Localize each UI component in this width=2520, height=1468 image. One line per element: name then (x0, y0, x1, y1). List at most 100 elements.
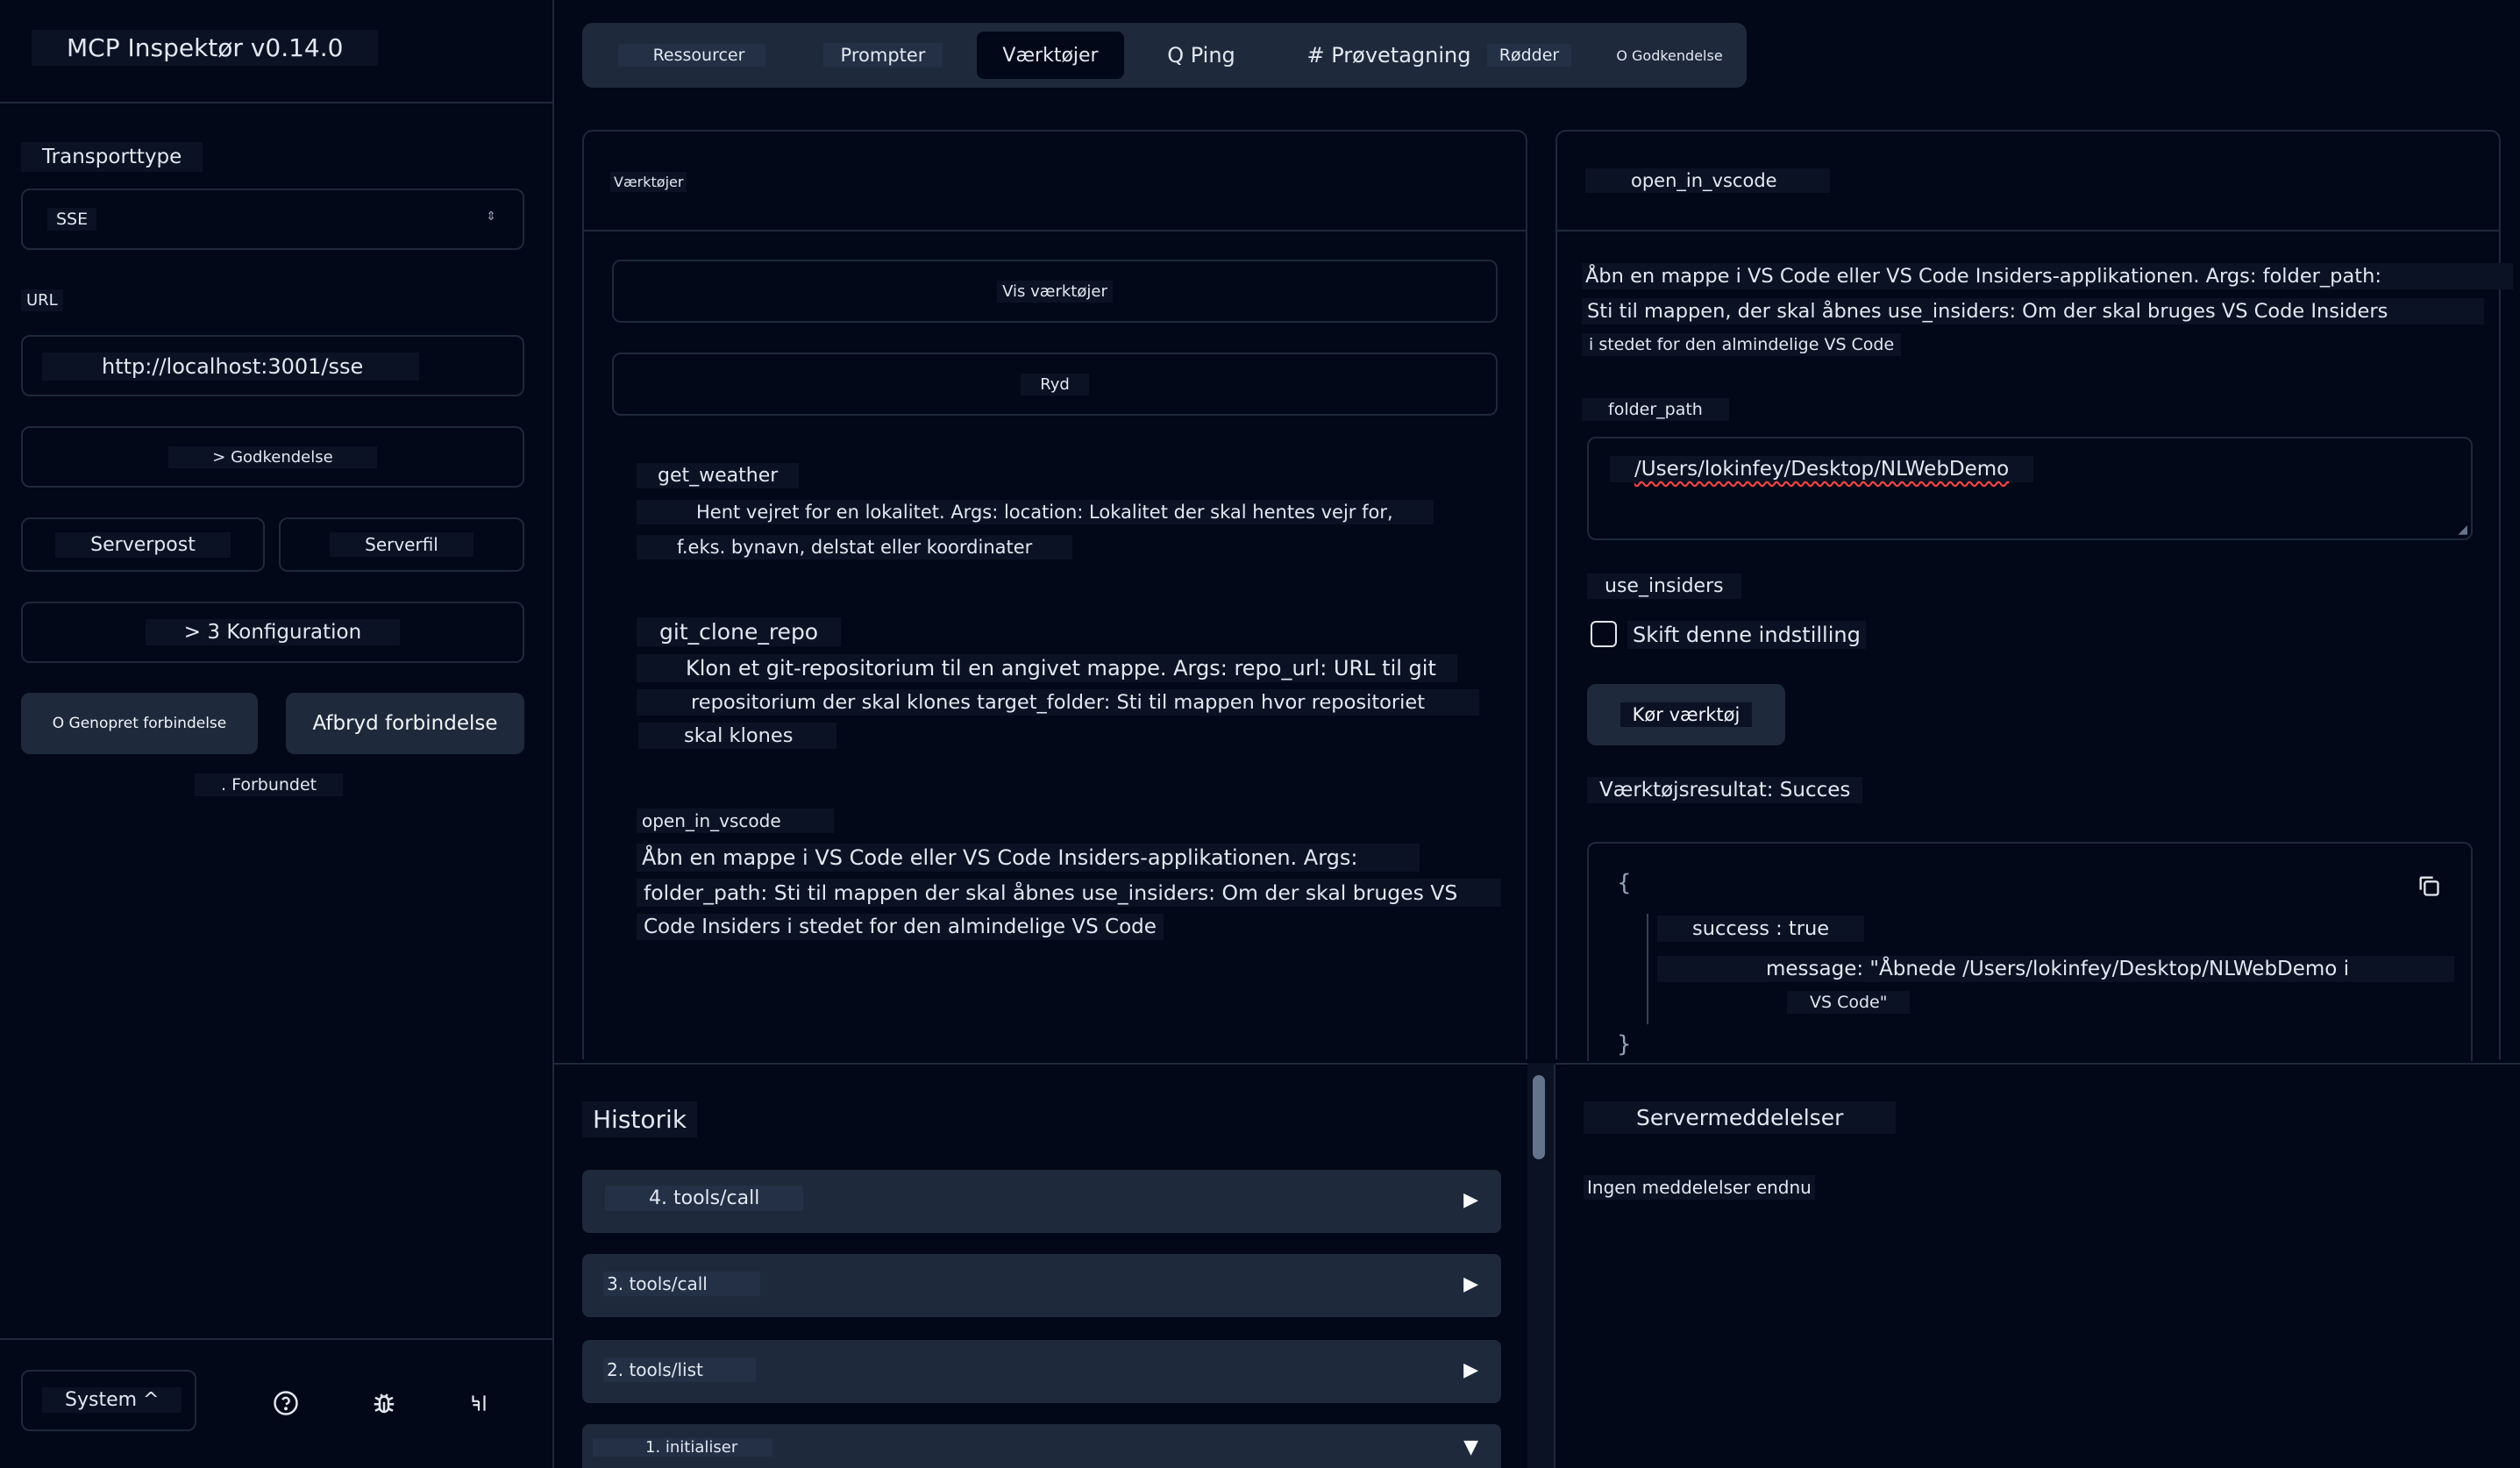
json-indent-guide (1647, 914, 1648, 1024)
app-title: MCP Inspektør v0.14.0 (32, 30, 379, 66)
tab-label: O Godkendelse (1616, 46, 1723, 64)
tool-detail-panel: open_in_vscode Åbn en mappe i VS Code el… (1555, 130, 2513, 1061)
list-tools-label: Vis værktøjer (997, 280, 1113, 303)
tab-auth[interactable]: O Godkendelse (1608, 32, 1731, 79)
history-item-label: 3. tools/call (603, 1272, 760, 1296)
tool-detail-description: Sti til mappen, der skal åbnes use_insid… (1582, 298, 2485, 324)
tool-description: Åbn en mappe i VS Code eller VS Code Ins… (637, 844, 1420, 872)
run-tool-button[interactable]: Kør værktøj (1587, 684, 1785, 745)
resize-handle-icon[interactable]: ◢ (2458, 523, 2467, 537)
tool-item-git-clone-repo[interactable]: git_clone_repo Klon et git-repositorium … (637, 617, 1480, 766)
json-open-brace: { (1617, 870, 1632, 896)
config-button[interactable]: > 3 Konfiguration (21, 602, 524, 663)
json-message-line: VS Code" (1787, 991, 1911, 1014)
use-insiders-label: use_insiders (1587, 574, 1741, 599)
folder-path-input[interactable]: /Users/lokinfey/Desktop/NLWebDemo ◢ (1587, 437, 2473, 540)
sidebar-footer-divider (0, 1338, 552, 1340)
expand-arrow-icon[interactable]: ▶ (1463, 1359, 1478, 1381)
tool-description: Code Insiders i stedet for den almindeli… (637, 914, 1164, 940)
json-close-brace: } (1617, 1031, 1632, 1058)
clear-button[interactable]: Ryd (612, 353, 1498, 416)
github-icon[interactable] (461, 1386, 496, 1421)
server-file-button[interactable]: Serverfil (279, 517, 524, 572)
tool-result-box: { success : true message: "Åbnede /Users… (1587, 842, 2473, 1061)
tool-detail-title: open_in_vscode (1585, 168, 1830, 193)
tool-description: f.eks. bynavn, delstat eller koordinater (637, 535, 1073, 559)
sidebar: MCP Inspektør v0.14.0 Transporttype SSE … (0, 0, 554, 1468)
url-label: URL (21, 289, 63, 311)
url-value: http://localhost:3001/sse (42, 353, 420, 381)
tool-name: git_clone_repo (637, 617, 842, 646)
transport-label: Transporttype (21, 142, 203, 172)
transport-select[interactable]: SSE ⇕ (21, 189, 524, 250)
chevron-updown-icon: ⇕ (486, 210, 496, 224)
tool-item-get-weather[interactable]: get_weather Hent vejret for en lokalitet… (637, 463, 1478, 595)
sidebar-header: MCP Inspektør v0.14.0 (0, 0, 552, 103)
tab-label: Rødder (1486, 44, 1572, 67)
server-entry-label: Serverpost (55, 531, 231, 558)
tool-description: repositorium der skal klones target_fold… (637, 689, 1480, 716)
detail-panel-divider (1557, 230, 2499, 232)
tools-panel-title: Værktøjer (610, 172, 687, 192)
use-insiders-checkbox[interactable] (1591, 621, 1617, 647)
history-item[interactable]: 2. tools/list ▶ (582, 1340, 1501, 1403)
panel-separator (1554, 1065, 1555, 1468)
tab-roots[interactable]: Rødder (1468, 32, 1591, 79)
tool-name: get_weather (637, 463, 800, 488)
json-success-line: success : true (1657, 916, 1865, 942)
server-entry-button[interactable]: Serverpost (21, 517, 265, 572)
tab-resources[interactable]: Ressourcer (600, 32, 784, 79)
tools-panel: Værktøjer Vis værktøjer Ryd get_weather … (582, 130, 1527, 1059)
history-item[interactable]: 3. tools/call ▶ (582, 1254, 1501, 1317)
history-title: Historik (582, 1101, 698, 1137)
history-item[interactable]: 1. initialiser ▼ (582, 1424, 1501, 1468)
use-insiders-toggle-label: Skift denne indstilling (1627, 621, 1866, 649)
auth-button-label: > Godkendelse (168, 445, 377, 468)
theme-select-label: System ^ (42, 1387, 182, 1413)
connection-status: . Forbundet (195, 773, 344, 796)
folder-path-value: /Users/lokinfey/Desktop/NLWebDemo (1610, 456, 2034, 482)
run-tool-label: Kør værktøj (1619, 702, 1753, 727)
disconnect-label: Afbryd forbindelse (312, 712, 498, 735)
url-input[interactable]: http://localhost:3001/sse (21, 335, 524, 396)
history-item[interactable]: 4. tools/call ▶ (582, 1170, 1501, 1233)
tab-bar: Ressourcer Prompter Værktøjer Q Ping # P… (582, 23, 1747, 88)
tool-description: skal klones (638, 723, 837, 749)
tool-description: Hent vejret for en lokalitet. Args: loca… (637, 500, 1434, 524)
tool-result-label: Værktøjsresultat: Succes (1587, 777, 1863, 803)
tool-description: folder_path: Sti til mappen der skal åbn… (637, 879, 1502, 907)
tab-ping[interactable]: Q Ping (1140, 32, 1263, 79)
tab-label: Prompter (822, 43, 943, 68)
tab-label: Ressourcer (617, 44, 766, 67)
bug-icon[interactable] (367, 1386, 402, 1421)
theme-select[interactable]: System ^ (21, 1370, 196, 1431)
tool-item-open-in-vscode[interactable]: open_in_vscode Åbn en mappe i VS Code el… (637, 809, 1502, 949)
expand-arrow-icon[interactable]: ▶ (1463, 1273, 1478, 1295)
tool-name: open_in_vscode (637, 809, 834, 833)
tab-prompts[interactable]: Prompter (817, 32, 949, 79)
tab-label: # Prøvetagning (1306, 43, 1471, 68)
auth-button[interactable]: > Godkendelse (21, 426, 524, 488)
transport-value: SSE (47, 208, 97, 231)
disconnect-button[interactable]: Afbryd forbindelse (286, 693, 524, 754)
list-tools-button[interactable]: Vis værktøjer (612, 260, 1498, 323)
history-scrollbar-thumb[interactable] (1533, 1075, 1545, 1159)
tab-tools[interactable]: Værktøjer (977, 32, 1124, 79)
expand-arrow-icon[interactable]: ▶ (1463, 1189, 1478, 1211)
tool-detail-description: i stedet for den almindelige VS Code (1582, 333, 1902, 356)
clear-label: Ryd (1021, 373, 1089, 396)
copy-icon[interactable] (2413, 870, 2445, 901)
tab-label: Q Ping (1167, 43, 1235, 68)
server-file-label: Serverfil (330, 532, 473, 557)
tool-detail-description: Åbn en mappe i VS Code eller VS Code Ins… (1582, 263, 2513, 289)
tools-panel-divider (584, 230, 1526, 232)
server-notifications-title: Servermeddelelser (1584, 1101, 1897, 1134)
config-button-label: > 3 Konfiguration (145, 619, 401, 645)
reconnect-button[interactable]: O Genopret forbindelse (21, 693, 258, 754)
no-notifications-text: Ingen meddelelser endnu (1584, 1175, 1815, 1200)
expand-arrow-icon[interactable]: ▼ (1463, 1436, 1478, 1458)
history-item-label: 4. tools/call (605, 1186, 804, 1211)
tab-label: Værktøjer (1002, 44, 1099, 67)
help-circle-icon[interactable] (268, 1386, 303, 1421)
history-item-label: 2. tools/list (603, 1358, 756, 1382)
